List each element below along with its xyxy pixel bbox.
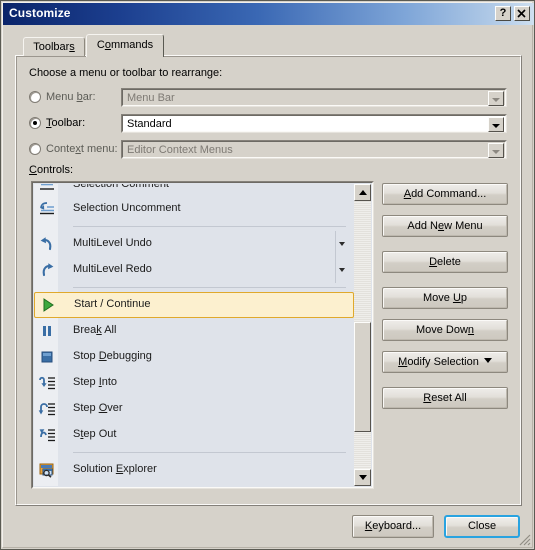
modify-selection-button[interactable]: Modify Selection (382, 351, 508, 373)
solution-explorer-icon (38, 461, 56, 479)
step-into-icon (38, 374, 56, 392)
item-dropdown-arrow-icon[interactable] (335, 257, 350, 283)
tab-strip: Toolbars Commands (23, 34, 188, 57)
list-item-label: Break All (73, 324, 117, 336)
list-vertical-scrollbar[interactable] (354, 184, 371, 486)
move-down-button[interactable]: Move Down (382, 319, 508, 341)
close-window-button[interactable] (514, 6, 530, 21)
caret-down-icon (483, 358, 492, 363)
toolbar-combobox-value: Standard (127, 118, 172, 130)
tab-toolbars[interactable]: Toolbars (23, 37, 85, 56)
pause-bars-icon (38, 322, 56, 340)
list-item-label: Step Out (73, 428, 117, 440)
list-item[interactable]: Break All (34, 318, 354, 344)
play-green-icon (43, 298, 54, 312)
list-separator (34, 222, 354, 231)
reset-all-button[interactable]: Reset All (382, 387, 508, 409)
close-button[interactable]: Close (444, 515, 520, 538)
scroll-down-button[interactable] (354, 469, 371, 486)
menu-bar-combobox-field: Menu Bar (122, 89, 506, 106)
list-item[interactable]: Step Out (34, 422, 354, 448)
customize-dialog: Customize ? Toolbars Commands Choose a m… (0, 0, 535, 550)
help-button[interactable]: ? (495, 6, 511, 21)
add-new-menu-button[interactable]: Add New Menu (382, 215, 508, 237)
list-item-label: Step Into (73, 376, 118, 388)
menu-bar-combobox[interactable]: Menu Bar (121, 88, 507, 107)
radio-menu-bar-label: Menu bar: (46, 91, 96, 103)
step-out-icon (39, 429, 55, 442)
list-separator (34, 448, 354, 457)
item-dropdown-arrow-icon[interactable] (335, 231, 350, 257)
list-item[interactable]: Stop Debugging (34, 344, 354, 370)
redo-arrow-icon (42, 263, 54, 277)
scroll-up-button[interactable] (354, 184, 371, 201)
list-item[interactable]: Solution Explorer (34, 457, 354, 483)
step-over-icon (38, 400, 56, 418)
solution-explorer-icon (39, 463, 54, 478)
list-item[interactable]: Selection Uncomment (34, 196, 354, 222)
controls-list: Selection Comment Selection Uncomment Mult… (34, 184, 354, 486)
menu-bar-combobox-value: Menu Bar (127, 92, 175, 104)
controls-listbox[interactable]: Selection Comment Selection Uncomment Mult… (31, 181, 374, 489)
step-out-icon (38, 426, 56, 444)
controls-label: Controls: (29, 164, 74, 176)
pause-bars-icon (43, 326, 51, 336)
scrollbar-thumb[interactable] (354, 322, 371, 432)
step-into-icon (39, 376, 55, 390)
stop-square-icon (38, 348, 56, 366)
undo-arrow-icon (40, 237, 52, 251)
step-over-icon (38, 403, 55, 416)
controls-listbox-inner: Selection Comment Selection Uncomment Mult… (32, 182, 373, 488)
toolbar-combobox-field: Standard (122, 115, 506, 132)
add-command-button[interactable]: Add Command... (382, 183, 508, 205)
list-item-label: MultiLevel Redo (73, 263, 152, 275)
radio-context-menu-label: Context menu: (46, 143, 118, 155)
window-title: Customize (9, 6, 71, 20)
radio-context-menu-mark (29, 143, 41, 155)
toolbar-combobox[interactable]: Standard (121, 114, 507, 133)
delete-button[interactable]: Delete (382, 251, 508, 273)
list-item-label: MultiLevel Undo (73, 237, 152, 249)
move-up-button[interactable]: Move Up (382, 287, 508, 309)
list-item[interactable]: MultiLevel Undo (34, 231, 354, 257)
list-item[interactable]: Selection Comment (34, 184, 354, 196)
resize-grip-icon[interactable] (519, 534, 531, 546)
stop-square-icon (41, 351, 53, 363)
list-item[interactable]: Step Into (34, 370, 354, 396)
list-item-label: Solution Explorer (73, 463, 157, 475)
scrollbar-track[interactable] (354, 201, 371, 469)
close-icon (517, 9, 526, 18)
tab-toolbars-label: Toolbars (33, 41, 75, 53)
comment-lines-icon (38, 184, 56, 194)
comment-lines-icon (40, 184, 54, 190)
chevron-down-icon[interactable] (488, 117, 504, 132)
chevron-down-icon[interactable] (488, 91, 504, 106)
context-menu-combobox-value: Editor Context Menus (127, 144, 233, 156)
context-menu-combobox-field: Editor Context Menus (122, 141, 506, 158)
uncomment-lines-icon (40, 202, 54, 215)
uncomment-lines-icon (38, 200, 56, 218)
list-item-label: Step Over (73, 402, 123, 414)
choose-label: Choose a menu or toolbar to rearrange: (29, 67, 223, 79)
title-bar: Customize ? (3, 3, 534, 25)
list-item[interactable]: Start / Continue (34, 292, 354, 318)
list-item[interactable]: Step Over (34, 396, 354, 422)
chevron-down-icon[interactable] (488, 143, 504, 158)
tab-commands[interactable]: Commands (86, 34, 164, 57)
undo-arrow-icon (38, 235, 56, 253)
list-item-label: Stop Debugging (73, 350, 152, 362)
list-item[interactable]: MultiLevel Redo (34, 257, 354, 283)
play-green-icon (39, 296, 57, 314)
list-item-label: Selection Comment (73, 184, 169, 190)
keyboard-button[interactable]: Keyboard... (352, 515, 434, 538)
list-item-label: Start / Continue (74, 298, 151, 310)
list-separator (34, 283, 354, 292)
tab-commands-label: Commands (96, 39, 154, 51)
list-item-label: Selection Uncomment (73, 202, 181, 214)
radio-toolbar-mark (29, 117, 41, 129)
context-menu-combobox[interactable]: Editor Context Menus (121, 140, 507, 159)
radio-toolbar-label: Toolbar: (46, 117, 86, 129)
radio-menu-bar-mark (29, 91, 41, 103)
redo-arrow-icon (38, 261, 56, 279)
